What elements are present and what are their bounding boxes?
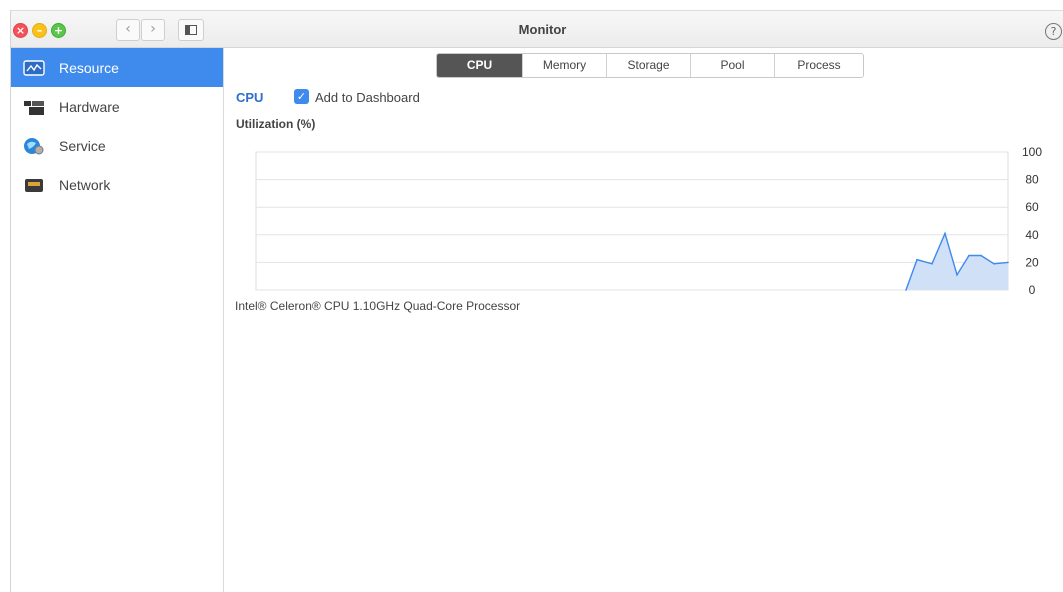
tab-cpu[interactable]: CPU xyxy=(437,54,522,77)
data-point xyxy=(916,258,918,261)
tab-memory[interactable]: Memory xyxy=(522,54,606,77)
data-point xyxy=(968,254,970,257)
checkmark-icon: ✓ xyxy=(296,90,307,103)
sidebar-item-label: Network xyxy=(59,176,111,193)
sidebar: Resource Hardware Service Network xyxy=(11,48,224,592)
monitor-window: × – + ‹ › Monitor ? Resource Hardware Se… xyxy=(10,10,1063,592)
resource-tabs: CPU Memory Storage Pool Process xyxy=(436,53,864,78)
sidebar-item-label: Hardware xyxy=(59,98,120,115)
data-point xyxy=(1007,261,1009,264)
data-point xyxy=(905,289,907,291)
add-to-dashboard-checkbox[interactable]: ✓ xyxy=(294,89,309,104)
plot-area xyxy=(255,151,1009,291)
data-point xyxy=(956,274,958,276)
chart-title: Utilization (%) xyxy=(236,117,316,131)
sidebar-item-network[interactable]: Network xyxy=(11,165,223,204)
processor-name: Intel® Celeron® CPU 1.10GHz Quad-Core Pr… xyxy=(235,299,521,313)
resource-icon xyxy=(23,59,45,77)
sidebar-item-hardware[interactable]: Hardware xyxy=(11,87,223,126)
cpu-utilization-chart: 0 20 40 60 80 100 xyxy=(236,134,1056,294)
service-icon xyxy=(23,137,45,155)
data-point xyxy=(944,232,946,235)
window-title: Monitor xyxy=(518,22,567,37)
sidebar-item-label: Service xyxy=(59,137,106,154)
y-tick-label: 80 xyxy=(1025,173,1039,187)
y-tick-label: 100 xyxy=(1022,145,1042,159)
tab-process[interactable]: Process xyxy=(774,54,863,77)
help-button[interactable]: ? xyxy=(1045,23,1062,40)
network-icon xyxy=(23,176,45,194)
y-tick-label: 0 xyxy=(1029,283,1036,294)
y-tick-label: 40 xyxy=(1025,228,1039,242)
chart-svg: 0 20 40 60 80 100 xyxy=(255,145,1042,294)
y-tick-label: 60 xyxy=(1025,200,1039,214)
data-point xyxy=(931,262,933,265)
data-point xyxy=(980,254,982,257)
title-bar: × – + ‹ › Monitor ? xyxy=(11,10,1063,48)
tab-storage[interactable]: Storage xyxy=(606,54,690,77)
section-title: CPU xyxy=(236,90,264,105)
tab-pool[interactable]: Pool xyxy=(690,54,774,77)
sidebar-item-service[interactable]: Service xyxy=(11,126,223,165)
y-tick-label: 20 xyxy=(1025,255,1039,269)
hardware-icon xyxy=(23,98,45,116)
add-to-dashboard-label[interactable]: Add to Dashboard xyxy=(315,90,420,105)
sidebar-item-label: Resource xyxy=(59,59,119,76)
sidebar-item-resource[interactable]: Resource xyxy=(11,48,223,87)
data-point xyxy=(993,262,995,265)
